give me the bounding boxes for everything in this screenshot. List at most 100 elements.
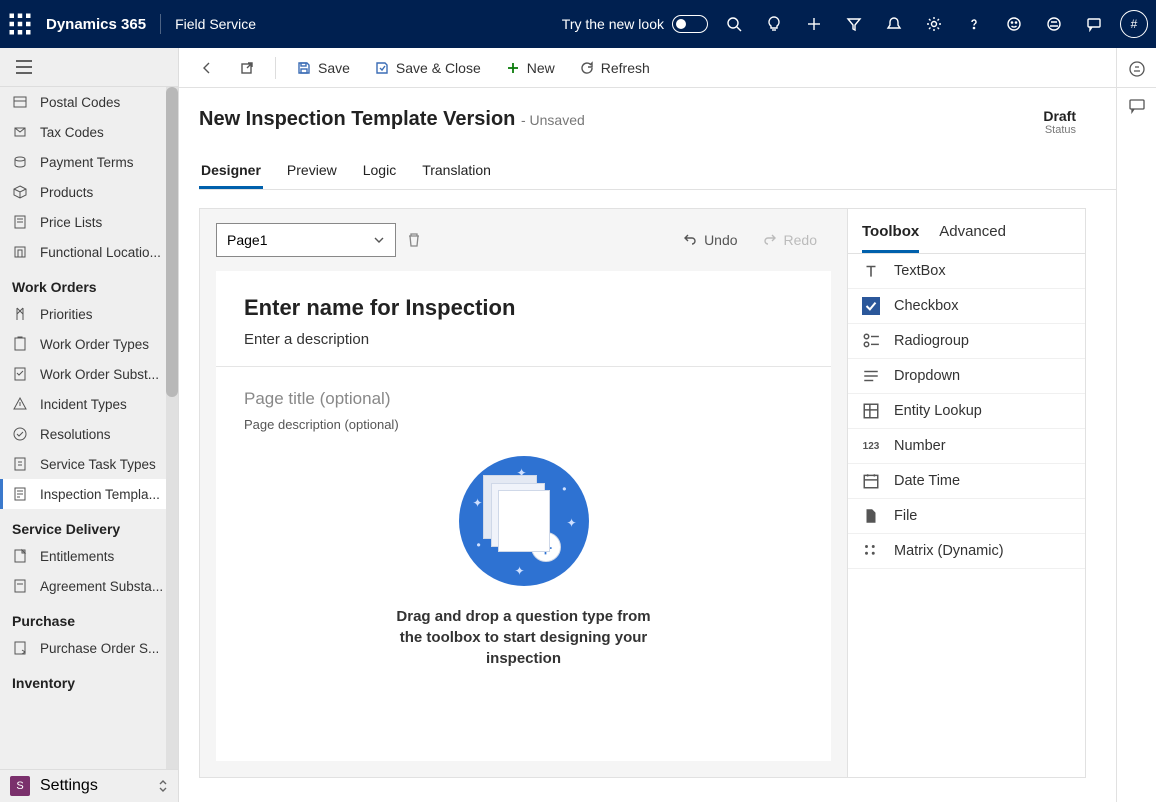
record-title: New Inspection Template Version - Unsave… <box>199 108 585 130</box>
nav-work-order-substatuses[interactable]: Work Order Subst... <box>0 359 178 389</box>
toolbox-panel: Toolbox Advanced TextBox Checkbox Radiog… <box>847 209 1085 777</box>
page-description-input[interactable]: Page description (optional) <box>244 417 803 432</box>
divider <box>216 366 831 367</box>
nav-inspection-templates[interactable]: Inspection Templa... <box>0 479 178 509</box>
lookup-icon <box>862 402 880 420</box>
sidebar-scrollbar[interactable] <box>166 87 178 769</box>
tab-logic[interactable]: Logic <box>361 154 398 189</box>
app-switch-icon[interactable] <box>1034 0 1074 48</box>
help-icon[interactable] <box>954 0 994 48</box>
tab-translation[interactable]: Translation <box>420 154 493 189</box>
inspection-description-input[interactable]: Enter a description <box>244 331 803 348</box>
try-new-look-toggle[interactable] <box>672 15 708 33</box>
nav-section-work-orders: Work Orders <box>0 267 178 299</box>
nav-section-inventory: Inventory <box>0 663 178 695</box>
file-icon <box>862 507 880 525</box>
refresh-button[interactable]: Refresh <box>569 56 660 80</box>
chevron-down-icon <box>373 234 385 246</box>
save-button[interactable]: Save <box>286 56 360 80</box>
hamburger-icon[interactable] <box>0 56 178 78</box>
add-icon[interactable] <box>794 0 834 48</box>
tool-number[interactable]: 123Number <box>848 429 1085 464</box>
tool-checkbox[interactable]: Checkbox <box>848 289 1085 324</box>
delete-page-icon[interactable] <box>406 232 422 248</box>
tool-datetime[interactable]: Date Time <box>848 464 1085 499</box>
toolbox-tab-toolbox[interactable]: Toolbox <box>862 223 919 253</box>
undo-button[interactable]: Undo <box>682 232 737 248</box>
try-new-look-label: Try the new look <box>562 16 664 32</box>
tool-matrix[interactable]: Matrix (Dynamic) <box>848 534 1085 569</box>
empty-state-text: Drag and drop a question type from the t… <box>384 606 664 669</box>
status-block: Draft Status <box>1043 108 1076 136</box>
chat-icon[interactable] <box>1074 0 1114 48</box>
content-area: Save Save & Close New Refresh New Inspec… <box>179 48 1156 802</box>
new-button[interactable]: New <box>495 56 565 80</box>
related-icon[interactable] <box>1128 96 1146 114</box>
empty-state: ✦ ✦ ✦ ✦ • • ＋ Drag and drop a question t… <box>244 452 803 669</box>
nav-resolutions[interactable]: Resolutions <box>0 419 178 449</box>
try-new-look[interactable]: Try the new look <box>562 15 708 33</box>
nav-tax-codes[interactable]: Tax Codes <box>0 117 178 147</box>
command-bar: Save Save & Close New Refresh <box>179 48 1156 88</box>
tool-textbox[interactable]: TextBox <box>848 254 1085 289</box>
lightbulb-icon[interactable] <box>754 0 794 48</box>
nav-products[interactable]: Products <box>0 177 178 207</box>
area-switcher[interactable]: S Settings <box>0 769 178 802</box>
checkbox-icon <box>862 297 880 315</box>
status-value: Draft <box>1043 108 1076 124</box>
designer-panel: Page1 Undo Redo Enter name for Inspectio… <box>199 208 1086 778</box>
text-icon <box>862 262 880 280</box>
nav-functional-locations[interactable]: Functional Locatio... <box>0 237 178 267</box>
tool-radiogroup[interactable]: Radiogroup <box>848 324 1085 359</box>
nav-purchase-order-substatuses[interactable]: Purchase Order S... <box>0 633 178 663</box>
back-button[interactable] <box>189 56 225 80</box>
settings-gear-icon[interactable] <box>914 0 954 48</box>
open-in-new-icon[interactable] <box>229 56 265 80</box>
dropdown-icon <box>862 367 880 385</box>
radio-icon <box>862 332 880 350</box>
designer-canvas[interactable]: Enter name for Inspection Enter a descri… <box>216 271 831 761</box>
app-name[interactable]: Field Service <box>175 16 256 32</box>
tool-entity-lookup[interactable]: Entity Lookup <box>848 394 1085 429</box>
tab-designer[interactable]: Designer <box>199 154 263 189</box>
site-nav: Postal Codes Tax Codes Payment Terms Pro… <box>0 48 179 802</box>
redo-button: Redo <box>762 232 817 248</box>
tab-preview[interactable]: Preview <box>285 154 339 189</box>
save-close-button[interactable]: Save & Close <box>364 56 491 80</box>
status-label: Status <box>1043 124 1076 136</box>
nav-payment-terms[interactable]: Payment Terms <box>0 147 178 177</box>
nav-priorities[interactable]: Priorities <box>0 299 178 329</box>
page-title-input[interactable]: Page title (optional) <box>244 389 803 409</box>
nav-incident-types[interactable]: Incident Types <box>0 389 178 419</box>
notification-icon[interactable] <box>874 0 914 48</box>
tool-file[interactable]: File <box>848 499 1085 534</box>
right-rail <box>1116 48 1156 802</box>
form-tabs: Designer Preview Logic Translation <box>199 154 1116 190</box>
nav-work-order-types[interactable]: Work Order Types <box>0 329 178 359</box>
nav-service-task-types[interactable]: Service Task Types <box>0 449 178 479</box>
nav-postal-codes[interactable]: Postal Codes <box>0 87 178 117</box>
inspection-name-input[interactable]: Enter name for Inspection <box>244 295 803 321</box>
user-avatar[interactable]: # <box>1120 10 1148 38</box>
nav-section-service-delivery: Service Delivery <box>0 509 178 541</box>
number-icon: 123 <box>862 437 880 455</box>
chevron-updown-icon <box>158 779 168 793</box>
page-select[interactable]: Page1 <box>216 223 396 257</box>
tool-dropdown[interactable]: Dropdown <box>848 359 1085 394</box>
calendar-icon <box>862 472 880 490</box>
global-header: Dynamics 365 Field Service Try the new l… <box>0 0 1156 48</box>
empty-illustration: ✦ ✦ ✦ ✦ • • ＋ <box>459 456 589 586</box>
toolbox-tab-advanced[interactable]: Advanced <box>939 223 1006 253</box>
nav-section-purchase: Purchase <box>0 601 178 633</box>
app-launcher-icon[interactable] <box>8 12 32 36</box>
brand-label[interactable]: Dynamics 365 <box>46 16 146 33</box>
area-label: Settings <box>40 777 98 795</box>
nav-entitlements[interactable]: Entitlements <box>0 541 178 571</box>
nav-price-lists[interactable]: Price Lists <box>0 207 178 237</box>
filter-icon[interactable] <box>834 0 874 48</box>
search-icon[interactable] <box>714 0 754 48</box>
nav-agreement-substatuses[interactable]: Agreement Substa... <box>0 571 178 601</box>
area-badge: S <box>10 776 30 796</box>
smiley-icon[interactable] <box>994 0 1034 48</box>
copilot-icon[interactable] <box>1128 60 1146 78</box>
